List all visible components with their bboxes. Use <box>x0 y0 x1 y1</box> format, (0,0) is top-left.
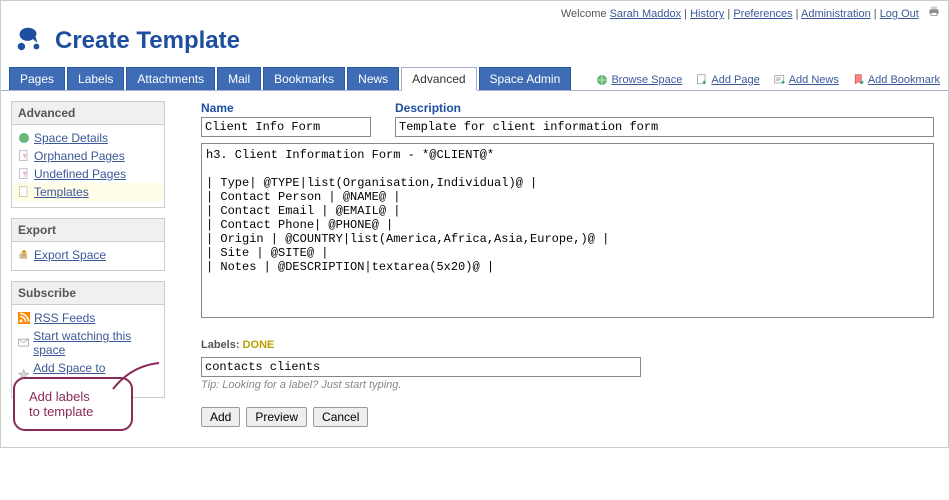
svg-text:?: ? <box>23 153 27 160</box>
sidebar-item-orphaned-pages[interactable]: ? Orphaned Pages <box>18 147 158 165</box>
labels-done-link[interactable]: DONE <box>243 339 275 351</box>
tab-mail[interactable]: Mail <box>217 67 261 90</box>
page-question-icon: ? <box>18 168 30 180</box>
svg-text:?: ? <box>23 171 27 178</box>
mail-icon <box>18 337 29 349</box>
log-out-link[interactable]: Log Out <box>880 8 919 20</box>
sidebar-item-watch-space[interactable]: Start watching this space <box>18 327 158 359</box>
description-input[interactable] <box>395 117 934 137</box>
cancel-button[interactable]: Cancel <box>313 407 368 427</box>
user-link[interactable]: Sarah Maddox <box>610 8 682 20</box>
tab-advanced[interactable]: Advanced <box>401 67 476 91</box>
advanced-panel: Advanced Space Details ? Orphaned Pages … <box>11 101 165 208</box>
administration-link[interactable]: Administration <box>801 8 871 20</box>
sidebar-item-space-details[interactable]: Space Details <box>18 129 158 147</box>
export-panel-title: Export <box>12 219 164 242</box>
advanced-panel-title: Advanced <box>12 102 164 125</box>
tab-news[interactable]: News <box>347 67 399 90</box>
sidebar-item-rss-feeds[interactable]: RSS Feeds <box>18 309 158 327</box>
name-label: Name <box>201 101 371 115</box>
globe-icon <box>18 132 30 144</box>
page-icon <box>18 186 30 198</box>
add-news-link[interactable]: Add News <box>774 74 839 86</box>
sidebar-item-undefined-pages[interactable]: ? Undefined Pages <box>18 165 158 183</box>
sidebar-item-templates[interactable]: Templates <box>12 183 164 201</box>
confluence-logo-icon <box>13 24 43 57</box>
add-page-link[interactable]: Add Page <box>696 74 759 86</box>
description-label: Description <box>395 101 934 115</box>
tabs-row: Pages Labels Attachments Mail Bookmarks … <box>1 67 948 91</box>
welcome-text: Welcome Sarah Maddox <box>561 8 681 20</box>
name-input[interactable] <box>201 117 371 137</box>
labels-input[interactable] <box>201 357 641 377</box>
history-link[interactable]: History <box>690 8 724 20</box>
page-question-icon: ? <box>18 150 30 162</box>
annotation-callout: Add labels to template <box>13 377 133 431</box>
tab-space-admin[interactable]: Space Admin <box>479 67 572 90</box>
callout-tail-icon <box>111 361 161 391</box>
tab-attachments[interactable]: Attachments <box>126 67 215 90</box>
preview-button[interactable]: Preview <box>246 407 307 427</box>
template-content-textarea[interactable] <box>201 143 934 318</box>
labels-line: Labels: DONE <box>201 339 934 351</box>
print-icon[interactable] <box>928 5 940 17</box>
browse-space-link[interactable]: Browse Space <box>596 74 682 86</box>
page-plus-icon <box>696 74 708 86</box>
export-panel: Export Export Space <box>11 218 165 271</box>
top-meta-bar: Welcome Sarah Maddox | History | Prefere… <box>1 1 948 22</box>
tab-bookmarks[interactable]: Bookmarks <box>263 67 345 90</box>
main-content: Name Description Labels: DONE Tip: Looki… <box>171 91 948 447</box>
add-bookmark-link[interactable]: Add Bookmark <box>853 74 940 86</box>
rss-icon <box>18 312 30 324</box>
bookmark-plus-icon <box>853 74 865 86</box>
subscribe-panel-title: Subscribe <box>12 282 164 305</box>
tab-pages[interactable]: Pages <box>9 67 65 90</box>
add-button[interactable]: Add <box>201 407 240 427</box>
export-icon <box>18 249 30 261</box>
sidebar-item-export-space[interactable]: Export Space <box>18 246 158 264</box>
globe-icon <box>596 74 608 86</box>
preferences-link[interactable]: Preferences <box>733 8 792 20</box>
page-title: Create Template <box>55 27 240 55</box>
labels-tip: Tip: Looking for a label? Just start typ… <box>201 379 934 391</box>
header: Create Template <box>1 22 948 67</box>
tab-labels[interactable]: Labels <box>67 67 124 90</box>
news-plus-icon <box>774 74 786 86</box>
